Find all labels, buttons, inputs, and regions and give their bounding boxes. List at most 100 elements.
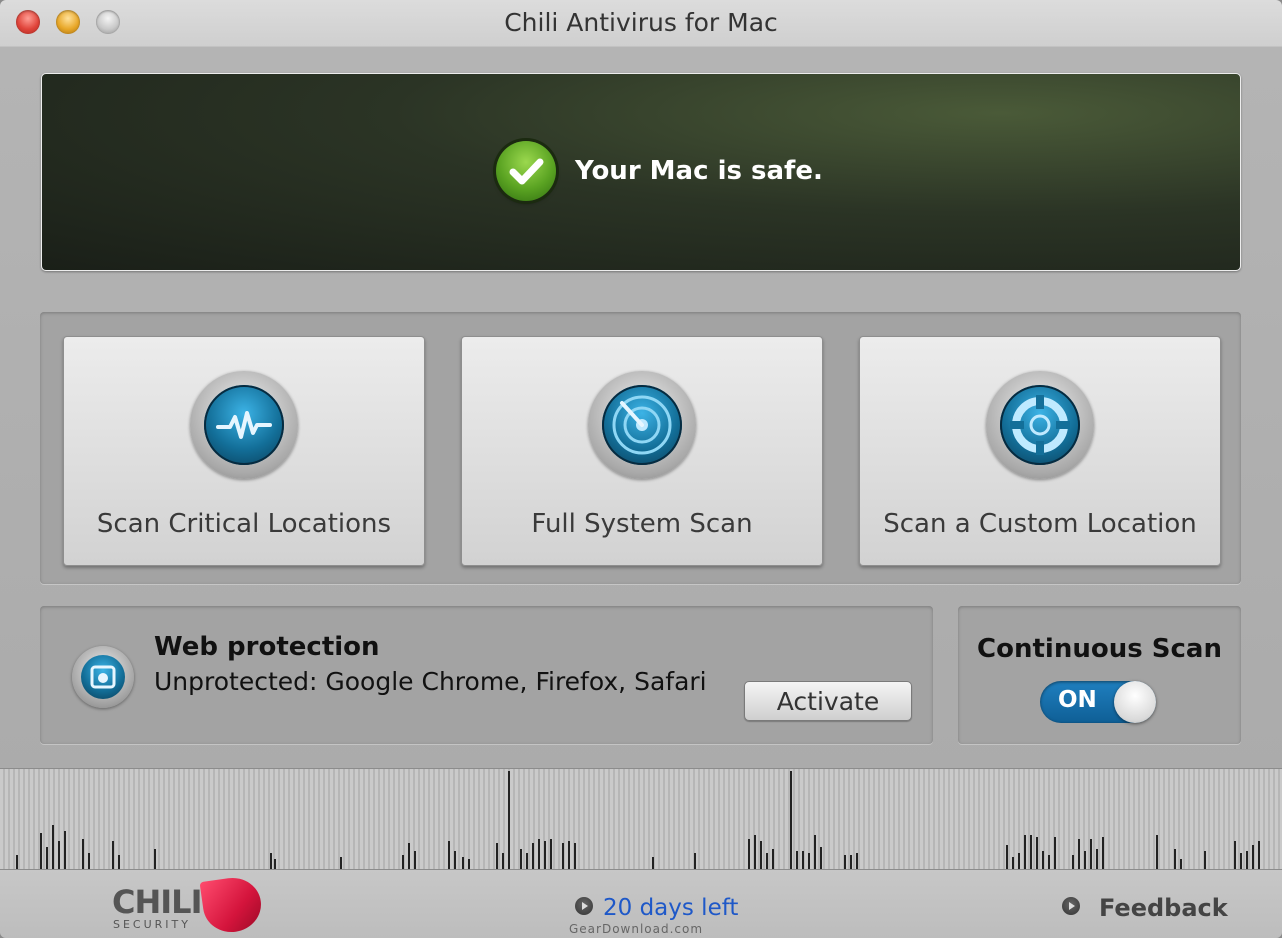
activity-bar: [772, 849, 774, 869]
activity-bar: [1030, 835, 1032, 869]
activity-bar: [340, 857, 342, 869]
activity-bar: [1078, 839, 1080, 869]
activity-bar: [802, 851, 804, 869]
activity-bar: [568, 841, 570, 869]
activity-graph: [0, 768, 1282, 870]
activity-bar: [508, 771, 510, 869]
activity-bar: [40, 833, 42, 869]
pulse-icon: [190, 371, 298, 479]
activity-bar: [46, 847, 48, 869]
scan-custom-location-button[interactable]: Scan a Custom Location: [859, 336, 1221, 566]
scan-button-label: Scan Critical Locations: [96, 509, 392, 539]
activity-bar: [550, 839, 552, 869]
activity-bar: [408, 843, 410, 869]
activity-bar: [766, 853, 768, 869]
activity-bar: [574, 843, 576, 869]
activity-bar: [820, 847, 822, 869]
activity-bar: [1012, 857, 1014, 869]
feedback-link[interactable]: Feedback: [1099, 894, 1228, 922]
activity-bar: [538, 839, 540, 869]
activity-bar: [64, 831, 66, 869]
days-left-link[interactable]: 20 days left: [603, 895, 738, 921]
activity-bar: [1102, 837, 1104, 869]
activity-bar: [1072, 855, 1074, 869]
activity-bar: [1246, 851, 1248, 869]
scan-critical-locations-button[interactable]: Scan Critical Locations: [63, 336, 425, 566]
activate-button[interactable]: Activate: [744, 681, 912, 721]
arrow-right-icon: [1062, 897, 1080, 915]
web-protection-status: Unprotected: Google Chrome, Firefox, Saf…: [154, 667, 707, 696]
radar-icon: [588, 371, 696, 479]
activity-bars: [16, 771, 1260, 869]
activity-bar: [796, 851, 798, 869]
activity-bar: [562, 843, 564, 869]
activity-bar: [1006, 845, 1008, 869]
activity-bar: [532, 843, 534, 869]
activity-bar: [1096, 849, 1098, 869]
chili-logo-subtext: SECURITY: [113, 918, 191, 931]
activity-bar: [1018, 853, 1020, 869]
activity-bar: [790, 771, 792, 869]
activity-bar: [526, 853, 528, 869]
activity-bar: [112, 841, 114, 869]
activity-bar: [448, 841, 450, 869]
activity-bar: [1048, 855, 1050, 869]
app-window: Chili Antivirus for Mac Your Mac is safe…: [0, 0, 1282, 938]
activity-bar: [1036, 837, 1038, 869]
activity-bar: [652, 857, 654, 869]
activity-bar: [754, 835, 756, 869]
chili-logo-text: CHILI: [112, 883, 202, 921]
activity-bar: [118, 855, 120, 869]
activity-bar: [856, 853, 858, 869]
target-icon: [986, 371, 1094, 479]
window-title: Chili Antivirus for Mac: [504, 8, 778, 37]
full-system-scan-button[interactable]: Full System Scan: [461, 336, 823, 566]
check-circle-icon: [496, 141, 556, 201]
activity-bar: [274, 859, 276, 869]
continuous-scan-title: Continuous Scan: [977, 634, 1222, 664]
activity-bar: [462, 857, 464, 869]
title-bar: Chili Antivirus for Mac: [0, 0, 1282, 46]
activity-bar: [814, 835, 816, 869]
scan-button-label: Full System Scan: [531, 509, 753, 539]
activity-bar: [270, 853, 272, 869]
toggle-state-label: ON: [1058, 687, 1097, 713]
activity-bar: [88, 853, 90, 869]
activity-bar: [1258, 841, 1260, 869]
continuous-scan-panel: [958, 606, 1241, 744]
activity-bar: [16, 855, 18, 869]
continuous-scan-toggle[interactable]: ON: [1040, 681, 1156, 723]
activity-bar: [402, 855, 404, 869]
activity-bar: [850, 855, 852, 869]
activity-bar: [1090, 839, 1092, 869]
activity-bar: [1024, 835, 1026, 869]
activity-bar: [468, 859, 470, 869]
activity-bar: [1240, 853, 1242, 869]
status-message: Your Mac is safe.: [575, 156, 823, 186]
watermark-text: GearDownload.com: [569, 922, 704, 936]
activity-bar: [1234, 841, 1236, 869]
activity-bar: [1042, 851, 1044, 869]
activity-bar: [52, 825, 54, 869]
activity-bar: [1252, 845, 1254, 869]
activity-bar: [808, 853, 810, 869]
toggle-knob[interactable]: [1114, 681, 1156, 723]
activity-bar: [1204, 851, 1206, 869]
activity-bar: [454, 851, 456, 869]
arrow-right-icon: [575, 897, 593, 915]
activity-bar: [844, 855, 846, 869]
activity-bar: [694, 853, 696, 869]
activity-bar: [496, 843, 498, 869]
activity-bar: [1180, 859, 1182, 869]
activity-bar: [58, 841, 60, 869]
activity-bar: [748, 839, 750, 869]
activity-bar: [502, 853, 504, 869]
activity-bar: [154, 849, 156, 869]
scan-button-label: Scan a Custom Location: [883, 509, 1197, 539]
activity-bar: [520, 849, 522, 869]
activity-bar: [1084, 851, 1086, 869]
activity-bar: [760, 841, 762, 869]
activity-bar: [1174, 849, 1176, 869]
activity-bar: [414, 851, 416, 869]
activity-bar: [544, 841, 546, 869]
